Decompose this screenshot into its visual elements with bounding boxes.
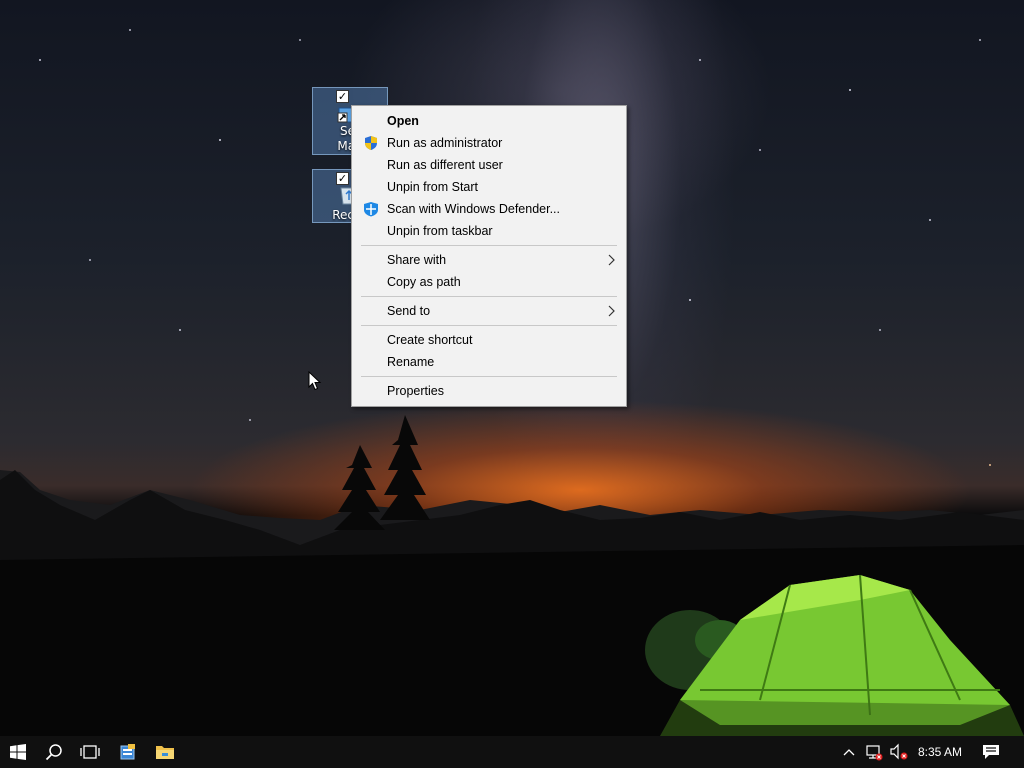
start-icon	[10, 744, 26, 760]
menu-item-label: Copy as path	[387, 275, 461, 289]
menu-separator	[361, 245, 617, 246]
menu-item-label: Send to	[387, 304, 431, 318]
menu-separator	[361, 325, 617, 326]
action-center-button[interactable]	[974, 736, 1008, 768]
file-explorer-icon	[156, 746, 174, 759]
menu-item-unpin-from-start[interactable]: Unpin from Start	[354, 176, 624, 198]
network-tray-button[interactable]	[860, 736, 888, 768]
taskbar-app-server-manager[interactable]	[110, 736, 146, 768]
menu-item-label: Properties	[387, 384, 444, 398]
menu-separator	[361, 376, 617, 377]
network-icon	[866, 745, 883, 761]
menu-item-open[interactable]: Open	[354, 110, 624, 132]
submenu-arrow-icon	[608, 305, 615, 317]
volume-tray-button[interactable]	[886, 736, 912, 768]
menu-item-label: Share with	[387, 253, 447, 267]
context-menu: Open Run as administrator Run as differe…	[351, 105, 627, 407]
menu-item-share-with[interactable]: Share with	[354, 249, 624, 271]
menu-item-send-to[interactable]: Send to	[354, 300, 624, 322]
menu-item-rename[interactable]: Rename	[354, 351, 624, 373]
menu-item-label: Create shortcut	[387, 333, 473, 347]
menu-separator	[361, 296, 617, 297]
volume-muted-icon	[890, 743, 908, 760]
taskbar: 8:35 AM	[0, 736, 1024, 768]
task-view-button[interactable]	[72, 736, 108, 768]
server-manager-icon	[120, 744, 135, 760]
menu-item-label: Rename	[387, 355, 435, 369]
menu-item-label: Scan with Windows Defender...	[387, 202, 560, 216]
menu-item-label: Run as different user	[387, 158, 503, 172]
menu-item-label: Unpin from taskbar	[387, 224, 493, 238]
windows-defender-icon	[364, 202, 378, 217]
menu-item-properties[interactable]: Properties	[354, 380, 624, 402]
uac-shield-icon	[365, 136, 377, 150]
search-button[interactable]	[36, 736, 72, 768]
submenu-arrow-icon	[608, 254, 615, 266]
task-view-icon	[80, 745, 100, 759]
menu-item-run-as-different-user[interactable]: Run as different user	[354, 154, 624, 176]
menu-item-label: Open	[387, 114, 419, 128]
mouse-cursor-icon	[308, 371, 322, 391]
desktop-wallpaper[interactable]: ✓ Ser Man ✓ Recyc Open Run as administra…	[0, 0, 1024, 736]
menu-item-create-shortcut[interactable]: Create shortcut	[354, 329, 624, 351]
chevron-up-icon	[843, 749, 855, 756]
menu-item-label: Run as administrator	[387, 136, 503, 150]
taskbar-clock[interactable]: 8:35 AM	[912, 745, 968, 759]
menu-item-copy-as-path[interactable]: Copy as path	[354, 271, 624, 293]
start-button[interactable]	[0, 736, 36, 768]
menu-item-scan-with-defender[interactable]: Scan with Windows Defender...	[354, 198, 624, 220]
menu-item-unpin-from-taskbar[interactable]: Unpin from taskbar	[354, 220, 624, 242]
menu-item-label: Unpin from Start	[387, 180, 479, 194]
taskbar-app-file-explorer[interactable]	[147, 736, 183, 768]
search-icon	[45, 744, 62, 761]
menu-item-run-as-administrator[interactable]: Run as administrator	[354, 132, 624, 154]
action-center-icon	[983, 745, 999, 759]
